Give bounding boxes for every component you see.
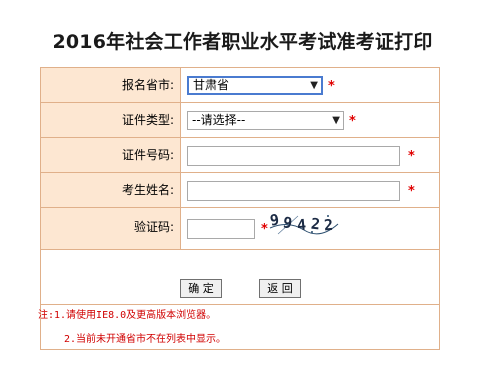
captcha-label: 验证码: — [41, 208, 181, 249]
cert-number-label: 证件号码: — [41, 138, 181, 172]
province-selected-value: 甘肃省 — [193, 78, 230, 92]
cert-type-select[interactable]: --请选择-- ▼ — [187, 111, 344, 130]
captcha-row: 验证码: * 9 9 4 2 2 — [41, 208, 439, 250]
required-mark: * — [328, 79, 335, 94]
name-label: 考生姓名: — [41, 173, 181, 207]
name-row: 考生姓名: * — [41, 173, 439, 208]
captcha-image[interactable]: 9 9 4 2 2 — [268, 210, 340, 236]
cert-number-input[interactable] — [187, 146, 400, 166]
chevron-down-icon: ▼ — [332, 115, 340, 126]
cert-type-label: 证件类型: — [41, 103, 181, 137]
ticket-print-form: 报名省市: 甘肃省 ▼ * 证件类型: --请选择-- ▼ * 证件号码: * … — [38, 67, 440, 350]
province-row: 报名省市: 甘肃省 ▼ * — [41, 68, 439, 103]
confirm-button[interactable]: 确 定 — [180, 279, 222, 298]
captcha-input[interactable] — [187, 219, 255, 239]
note-line-1: 注:1.请使用IE8.0及更高版本浏览器。 — [38, 310, 217, 321]
province-select[interactable]: 甘肃省 ▼ — [187, 76, 323, 95]
required-mark: * — [349, 114, 356, 129]
captcha-char: 4 — [296, 215, 308, 235]
required-mark: * — [261, 222, 268, 237]
action-row: 确 定 返 回 — [41, 250, 439, 305]
page-title: 2016年社会工作者职业水平考试准考证打印 — [52, 31, 433, 53]
required-mark: * — [408, 184, 415, 199]
cert-type-row: 证件类型: --请选择-- ▼ * — [41, 103, 439, 138]
required-mark: * — [408, 149, 415, 164]
note-line-2: 2.当前未开通省市不在列表中显示。 — [64, 334, 227, 345]
captcha-char: 2 — [310, 214, 322, 234]
back-button[interactable]: 返 回 — [259, 279, 301, 298]
cert-type-selected-value: --请选择-- — [192, 113, 246, 127]
captcha-char: 2 — [323, 215, 335, 235]
cert-number-row: 证件号码: * — [41, 138, 439, 173]
chevron-down-icon: ▼ — [310, 80, 318, 91]
name-input[interactable] — [187, 181, 400, 201]
province-label: 报名省市: — [41, 68, 181, 102]
